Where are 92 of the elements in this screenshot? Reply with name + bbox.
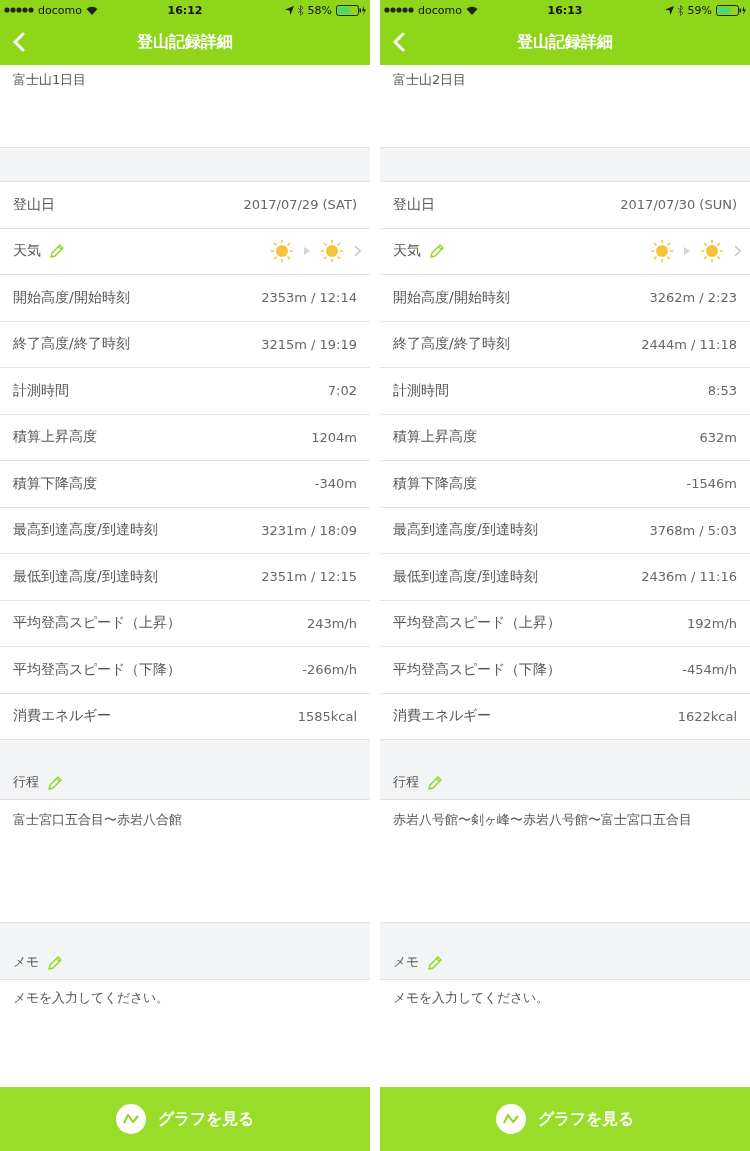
chart-icon xyxy=(116,1104,146,1134)
signal-icon xyxy=(384,7,414,13)
row-label: 登山日 xyxy=(13,195,55,214)
row-value: 3262m / 2:23 xyxy=(649,290,737,306)
row-label: 平均登高スピード（上昇） xyxy=(13,614,181,633)
bluetooth-icon xyxy=(677,4,684,16)
graph-button[interactable]: グラフを見る xyxy=(380,1087,750,1151)
row-value: -1546m xyxy=(686,476,737,492)
location-arrow-icon xyxy=(284,5,294,15)
sun-icon xyxy=(650,239,674,264)
back-icon[interactable] xyxy=(13,32,25,52)
row-value: 243m/h xyxy=(306,615,357,631)
chevron-icon[interactable] xyxy=(354,245,361,258)
location-arrow-icon xyxy=(664,5,674,15)
wifi-icon xyxy=(85,5,98,15)
row-value: 3231m / 18:09 xyxy=(261,522,357,538)
section-label: 行程 xyxy=(13,773,39,791)
battery-percent: 58% xyxy=(307,3,332,17)
row-value: 3768m / 5:03 xyxy=(649,522,737,538)
row-label: 開始高度/開始時刻 xyxy=(393,288,510,307)
row-label: 平均登高スピード（上昇） xyxy=(393,614,561,633)
row-label: 最低到達高度/到達時刻 xyxy=(393,567,538,586)
route-text: 富士宮口五合目〜赤岩八合館 xyxy=(13,812,182,827)
pencil-icon[interactable] xyxy=(427,955,443,971)
screen-title: 登山記録詳細 xyxy=(137,32,233,53)
row-label: 計測時間 xyxy=(393,381,449,400)
carrier-name: docomo xyxy=(418,3,462,17)
row-value: -340m xyxy=(314,476,357,492)
row-label: 積算下降高度 xyxy=(13,474,97,493)
row-value: 7:02 xyxy=(327,383,357,399)
row-label: 積算上昇高度 xyxy=(393,428,477,447)
pencil-icon[interactable] xyxy=(49,243,65,260)
row-value: 1204m xyxy=(311,429,357,445)
bluetooth-icon xyxy=(297,4,304,16)
chevron-icon[interactable] xyxy=(734,245,741,258)
row-value: 2436m / 11:16 xyxy=(641,569,737,585)
section-label: 行程 xyxy=(393,773,419,791)
row-label: 平均登高スピード（下降） xyxy=(13,660,181,679)
clock-time: 16:13 xyxy=(547,3,583,17)
wifi-icon xyxy=(465,5,478,15)
pencil-icon[interactable] xyxy=(427,775,443,791)
record-name: 富士山1日目 xyxy=(13,72,87,87)
section-label: メモ xyxy=(13,953,39,971)
pencil-icon[interactable] xyxy=(47,775,63,791)
sun-icon xyxy=(270,239,294,264)
row-value: 1622kcal xyxy=(677,708,737,724)
row-value: 2017/07/29 (SAT) xyxy=(243,197,357,213)
row-value: -266m/h xyxy=(302,662,357,678)
row-value: 2351m / 12:15 xyxy=(261,569,357,585)
row-label: 開始高度/開始時刻 xyxy=(13,288,130,307)
row-label: 最高到達高度/到達時刻 xyxy=(393,521,538,540)
row-value: 3215m / 19:19 xyxy=(261,336,357,352)
back-icon[interactable] xyxy=(393,32,405,52)
row-label: 消費エネルギー xyxy=(13,707,111,726)
row-value: 8:53 xyxy=(707,383,737,399)
battery-icon xyxy=(716,4,746,16)
row-label: 最高到達高度/到達時刻 xyxy=(13,521,158,540)
record-name: 富士山2日目 xyxy=(393,72,467,87)
row-label: 終了高度/終了時刻 xyxy=(393,335,510,354)
chart-icon xyxy=(496,1104,526,1134)
battery-icon xyxy=(336,4,366,16)
triangle-arrow-icon xyxy=(684,247,690,256)
row-value: 2353m / 12:14 xyxy=(261,290,357,306)
pencil-icon[interactable] xyxy=(47,955,63,971)
row-label: 天気 xyxy=(393,242,421,261)
carrier-name: docomo xyxy=(38,3,82,17)
section-label: メモ xyxy=(393,953,419,971)
row-label: 天気 xyxy=(13,242,41,261)
row-value: 1585kcal xyxy=(297,708,357,724)
row-label: 終了高度/終了時刻 xyxy=(13,335,130,354)
row-value: 2017/07/30 (SUN) xyxy=(620,197,737,213)
row-label: 積算下降高度 xyxy=(393,474,477,493)
row-value: -454m/h xyxy=(682,662,737,678)
pencil-icon[interactable] xyxy=(429,243,445,260)
row-label: 登山日 xyxy=(393,195,435,214)
row-label: 消費エネルギー xyxy=(393,707,491,726)
row-label: 平均登高スピード（下降） xyxy=(393,660,561,679)
route-text: 赤岩八号館〜剣ヶ峰〜赤岩八号館〜富士宮口五合目 xyxy=(393,812,692,827)
row-label: 計測時間 xyxy=(13,381,69,400)
signal-icon xyxy=(4,7,34,13)
sun-icon xyxy=(320,239,344,264)
graph-button[interactable]: グラフを見る xyxy=(0,1087,370,1151)
screen-title: 登山記録詳細 xyxy=(517,32,613,53)
row-label: 最低到達高度/到達時刻 xyxy=(13,567,158,586)
battery-percent: 59% xyxy=(687,3,712,17)
triangle-arrow-icon xyxy=(304,247,310,256)
row-label: 積算上昇高度 xyxy=(13,428,97,447)
sun-icon xyxy=(700,239,724,264)
clock-time: 16:12 xyxy=(167,3,203,17)
row-value: 632m xyxy=(699,429,737,445)
row-value: 2444m / 11:18 xyxy=(641,336,737,352)
row-value: 192m/h xyxy=(686,615,737,631)
